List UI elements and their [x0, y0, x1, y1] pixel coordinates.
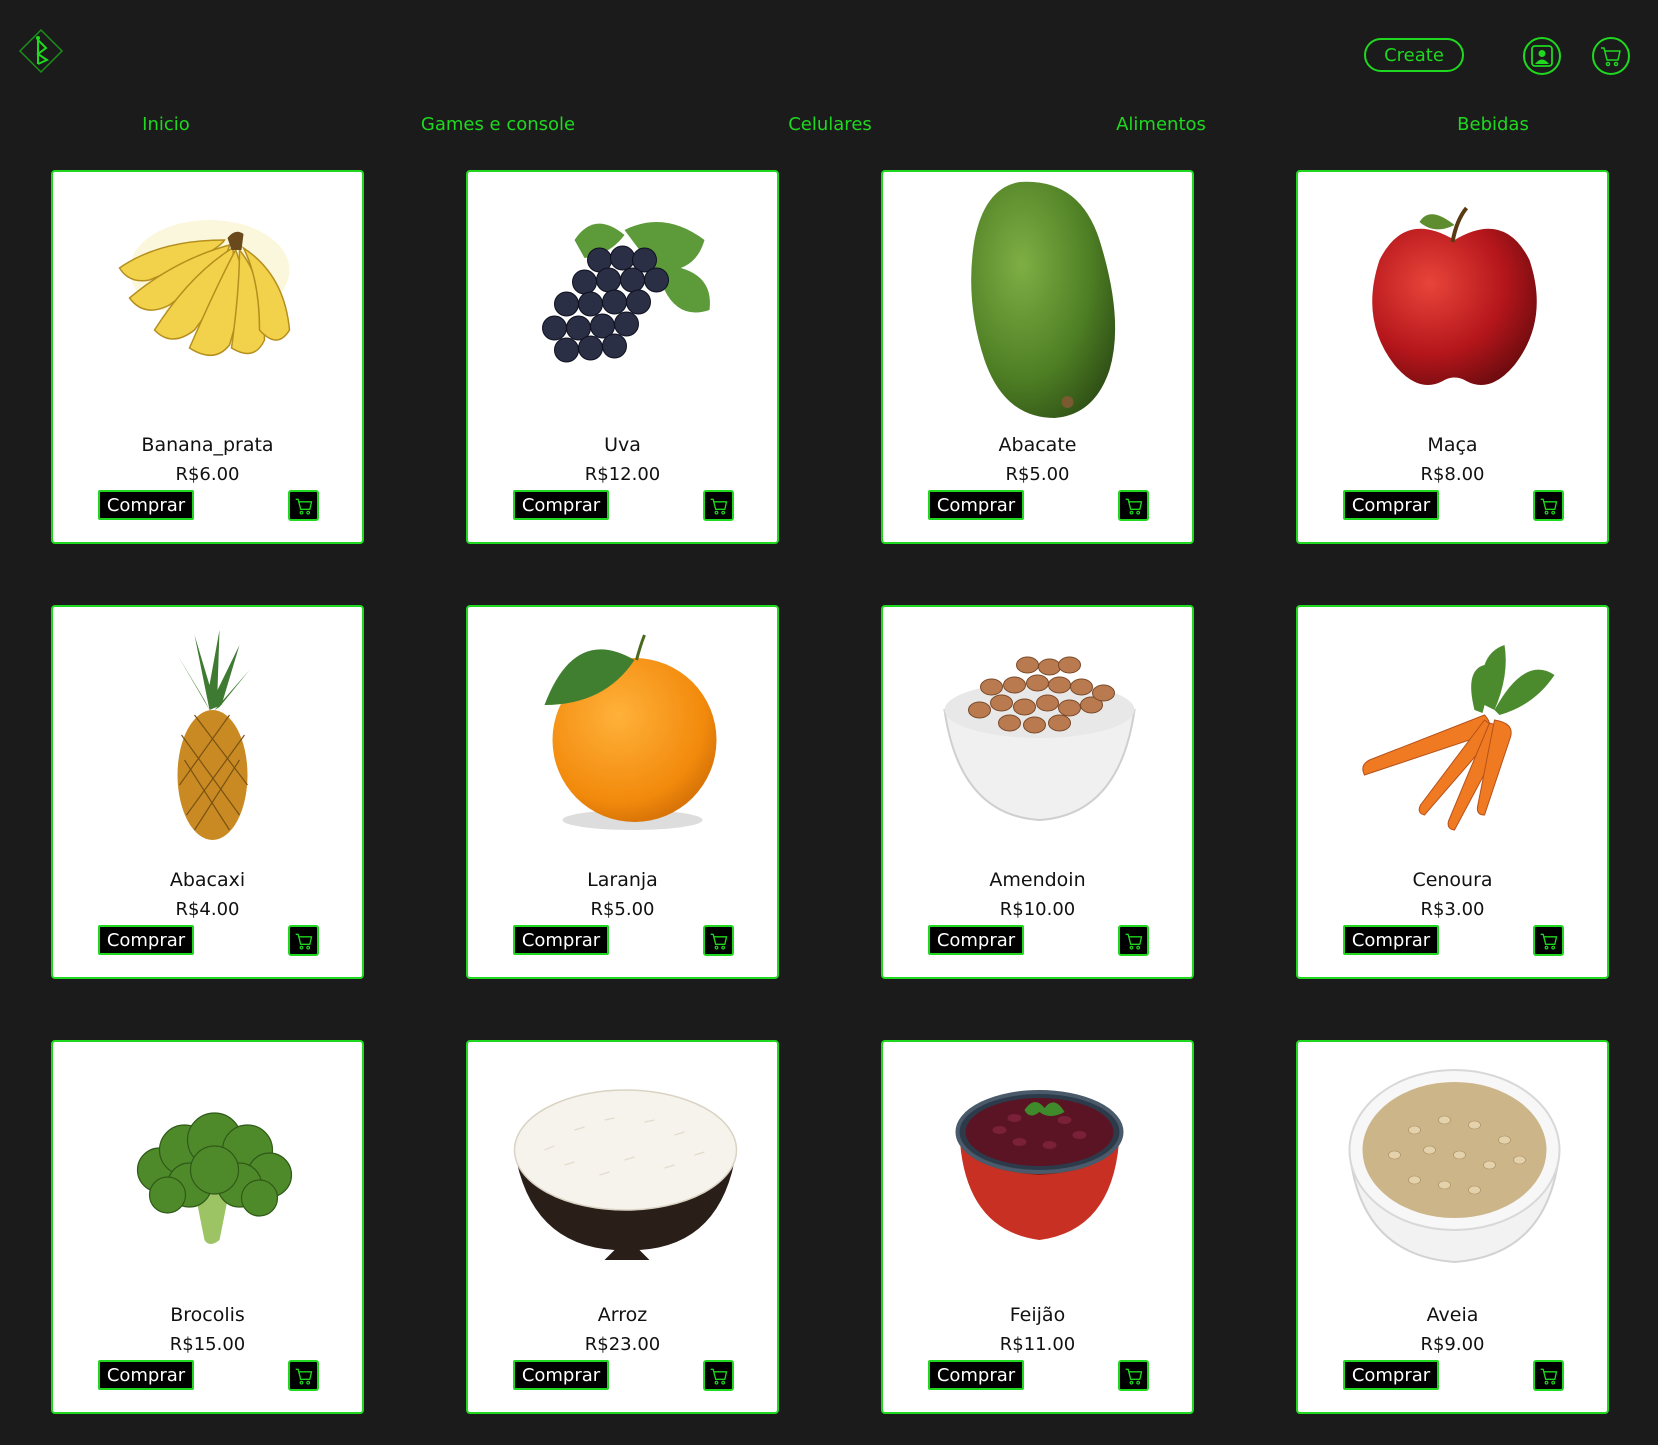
product-name: Aveia	[1426, 1304, 1479, 1326]
product-card: Abacate R$5.00 Comprar	[881, 170, 1194, 544]
add-to-cart-icon[interactable]	[703, 1360, 734, 1391]
carrots-image	[1334, 615, 1575, 855]
product-card: Amendoin R$10.00 Comprar	[881, 605, 1194, 979]
product-card: Abacaxi R$4.00 Comprar	[51, 605, 364, 979]
buy-button[interactable]: Comprar	[513, 490, 609, 520]
buy-button[interactable]: Comprar	[98, 1360, 194, 1390]
buy-button[interactable]: Comprar	[513, 1360, 609, 1390]
product-name: Feijão	[1009, 1304, 1066, 1326]
apple-image	[1334, 180, 1575, 420]
add-to-cart-icon[interactable]	[1118, 1360, 1149, 1391]
nav-link-bebidas[interactable]: Bebidas	[1457, 114, 1529, 135]
product-card: Maça R$8.00 Comprar	[1296, 170, 1609, 544]
product-name: Brocolis	[170, 1304, 245, 1326]
product-price: R$5.00	[1005, 464, 1070, 485]
product-name: Maça	[1427, 434, 1478, 456]
product-name: Laranja	[587, 869, 658, 891]
avocado-image	[919, 180, 1160, 420]
product-card: Aveia R$9.00 Comprar	[1296, 1040, 1609, 1414]
product-card: Feijão R$11.00 Comprar	[881, 1040, 1194, 1414]
product-name: Amendoin	[989, 869, 1086, 891]
product-price: R$15.00	[169, 1334, 246, 1355]
nav-link-alimentos[interactable]: Alimentos	[1116, 114, 1206, 135]
banana-image	[89, 180, 330, 420]
buy-button[interactable]: Comprar	[928, 925, 1024, 955]
product-price: R$11.00	[999, 1334, 1076, 1355]
cart-icon[interactable]	[1592, 37, 1630, 75]
add-to-cart-icon[interactable]	[1118, 490, 1149, 521]
broccoli-image	[89, 1050, 330, 1290]
add-to-cart-icon[interactable]	[703, 490, 734, 521]
product-name: Abacaxi	[169, 869, 246, 891]
product-price: R$12.00	[584, 464, 661, 485]
product-card: Laranja R$5.00 Comprar	[466, 605, 779, 979]
product-card: Uva R$12.00 Comprar	[466, 170, 779, 544]
buy-button[interactable]: Comprar	[1343, 1360, 1439, 1390]
beans-image	[919, 1050, 1160, 1290]
product-price: R$4.00	[175, 899, 240, 920]
grapes-image	[504, 180, 745, 420]
product-price: R$3.00	[1420, 899, 1485, 920]
add-to-cart-icon[interactable]	[288, 1360, 319, 1391]
header: Create	[0, 0, 1658, 100]
user-icon[interactable]	[1523, 37, 1561, 75]
buy-button[interactable]: Comprar	[1343, 490, 1439, 520]
product-card: Cenoura R$3.00 Comprar	[1296, 605, 1609, 979]
category-nav: Inicio Games e console Celulares Aliment…	[0, 100, 1658, 152]
buy-button[interactable]: Comprar	[98, 490, 194, 520]
buy-button[interactable]: Comprar	[513, 925, 609, 955]
logo-icon[interactable]	[18, 28, 64, 74]
nav-link-celulares[interactable]: Celulares	[788, 114, 872, 135]
add-to-cart-icon[interactable]	[288, 925, 319, 956]
add-to-cart-icon[interactable]	[288, 490, 319, 521]
product-price: R$23.00	[584, 1334, 661, 1355]
add-to-cart-icon[interactable]	[703, 925, 734, 956]
product-card: Banana_prata R$6.00 Comprar	[51, 170, 364, 544]
product-price: R$8.00	[1420, 464, 1485, 485]
orange-image	[504, 615, 745, 855]
pineapple-image	[89, 615, 330, 855]
product-price: R$9.00	[1420, 1334, 1485, 1355]
add-to-cart-icon[interactable]	[1533, 1360, 1564, 1391]
product-price: R$5.00	[590, 899, 655, 920]
product-card: Brocolis R$15.00 Comprar	[51, 1040, 364, 1414]
product-grid: Banana_prata R$6.00 Comprar Uva R$12.00 …	[51, 170, 1609, 1414]
buy-button[interactable]: Comprar	[928, 1360, 1024, 1390]
product-price: R$10.00	[999, 899, 1076, 920]
product-name: Abacate	[998, 434, 1077, 456]
nav-link-games[interactable]: Games e console	[421, 114, 575, 135]
product-name: Cenoura	[1412, 869, 1493, 891]
peanuts-image	[919, 615, 1160, 855]
product-name: Uva	[604, 434, 641, 456]
product-card: Arroz R$23.00 Comprar	[466, 1040, 779, 1414]
product-name: Banana_prata	[141, 434, 274, 456]
product-price: R$6.00	[175, 464, 240, 485]
product-name: Arroz	[597, 1304, 648, 1326]
buy-button[interactable]: Comprar	[98, 925, 194, 955]
add-to-cart-icon[interactable]	[1533, 925, 1564, 956]
add-to-cart-icon[interactable]	[1118, 925, 1149, 956]
rice-image	[504, 1050, 745, 1290]
nav-link-inicio[interactable]: Inicio	[142, 114, 190, 135]
add-to-cart-icon[interactable]	[1533, 490, 1564, 521]
create-button[interactable]: Create	[1364, 38, 1464, 72]
buy-button[interactable]: Comprar	[928, 490, 1024, 520]
oats-image	[1334, 1050, 1575, 1290]
buy-button[interactable]: Comprar	[1343, 925, 1439, 955]
